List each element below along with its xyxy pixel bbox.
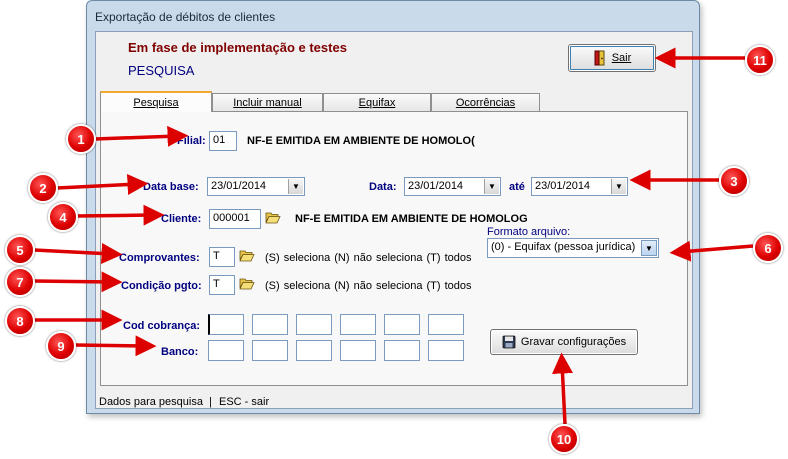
callout-8: 8 [5,306,35,336]
callout-6: 6 [753,233,783,263]
arrow-6 [669,240,754,262]
arrow-4 [75,204,165,226]
arrow-10 [552,352,574,425]
callout-5: 5 [5,235,35,265]
callout-2: 2 [28,173,58,203]
tab-pesquisa[interactable]: Pesquisa [100,91,212,112]
tab-pesquisa-label: Pesquisa [133,96,179,109]
callout-9: 9 [46,331,76,361]
callout-10: 10 [549,424,579,454]
arrow-9 [74,335,157,357]
arrow-2 [56,174,149,196]
callout-7: 7 [5,267,35,297]
arrow-1 [94,125,189,147]
arrow-7 [33,271,123,293]
callout-1: 1 [66,124,96,154]
callout-11: 11 [745,45,775,75]
callout-3: 3 [719,166,749,196]
arrow-5 [33,242,123,264]
callout-4: 4 [48,202,78,232]
annotation-arrows [33,47,754,425]
